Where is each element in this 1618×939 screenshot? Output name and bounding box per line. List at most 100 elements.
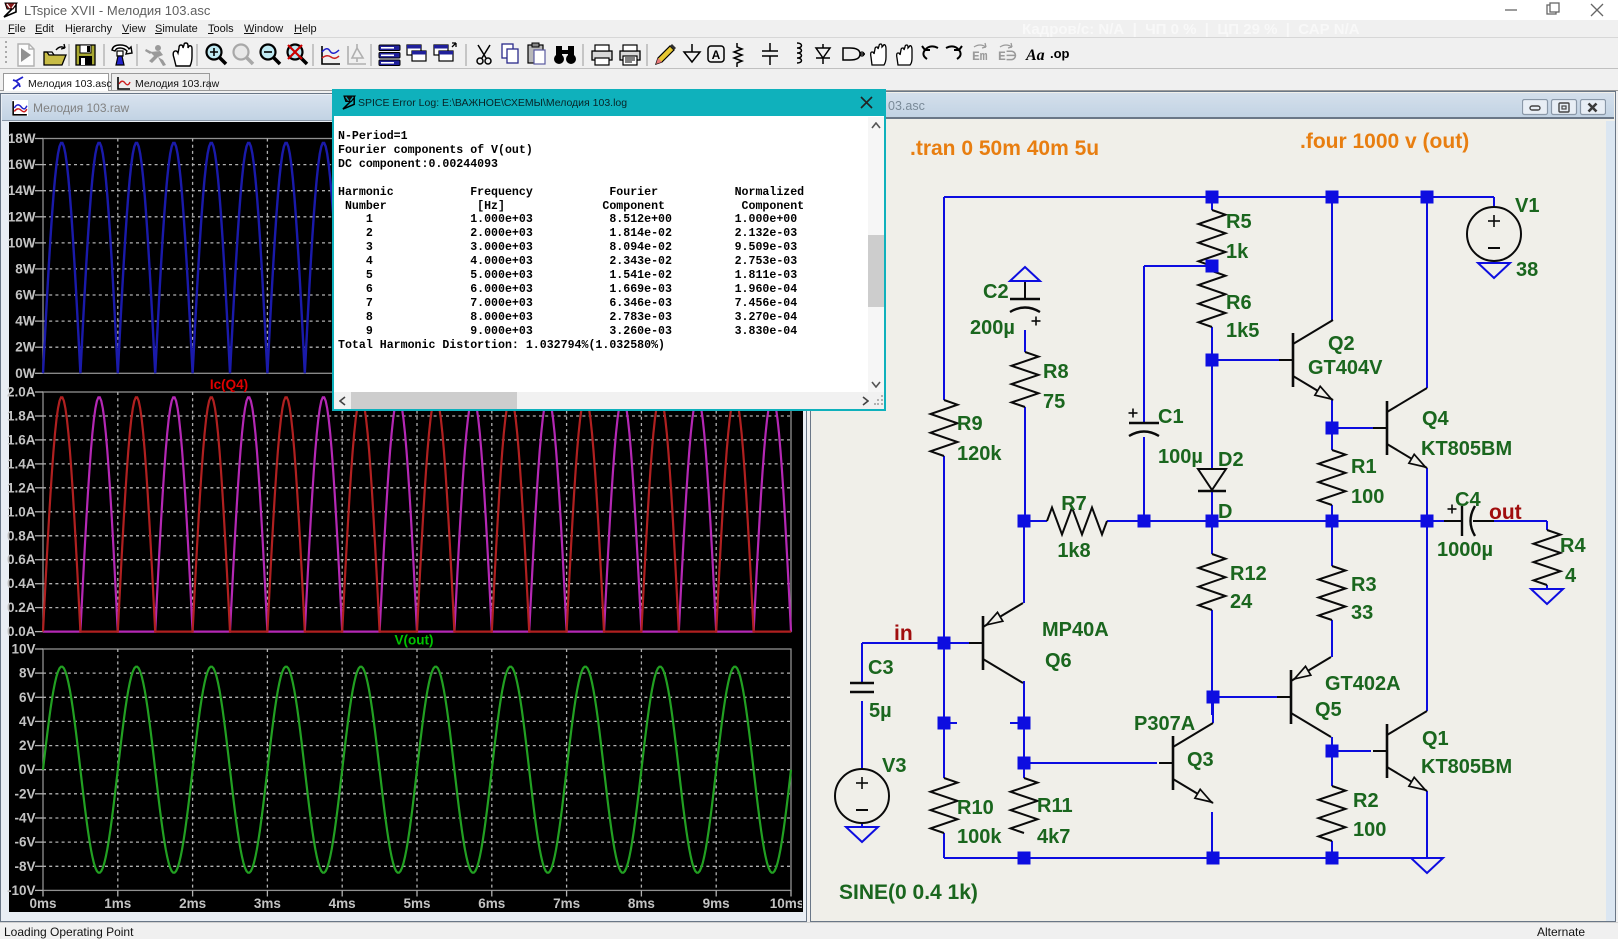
svg-text:0.2A: 0.2A bbox=[7, 600, 36, 615]
svg-text:1000µ: 1000µ bbox=[1437, 539, 1493, 561]
svg-text:2ms: 2ms bbox=[179, 896, 206, 911]
svg-text:Ic(Q4): Ic(Q4) bbox=[210, 377, 248, 392]
svg-text:7ms: 7ms bbox=[553, 896, 580, 911]
svg-text:-8V: -8V bbox=[14, 859, 35, 874]
svg-text:0.4A: 0.4A bbox=[7, 576, 36, 591]
svg-text:5µ: 5µ bbox=[869, 700, 892, 722]
svg-text:KT805BM: KT805BM bbox=[1421, 438, 1512, 460]
svg-text:100: 100 bbox=[1353, 819, 1386, 841]
svg-text:Q4: Q4 bbox=[1422, 408, 1450, 430]
svg-text:R9: R9 bbox=[957, 413, 983, 435]
svg-text:P307A: P307A bbox=[1134, 713, 1195, 735]
svg-text:.four 1000 v (out): .four 1000 v (out) bbox=[1300, 130, 1469, 153]
svg-text:.tran 0 50m 40m 5u: .tran 0 50m 40m 5u bbox=[910, 137, 1099, 160]
svg-text:-6V: -6V bbox=[14, 835, 35, 850]
svg-text:4V: 4V bbox=[19, 714, 36, 729]
svg-text:in: in bbox=[894, 622, 913, 645]
svg-text:3ms: 3ms bbox=[254, 896, 281, 911]
svg-text:Q6: Q6 bbox=[1045, 650, 1072, 672]
svg-text:1.8A: 1.8A bbox=[7, 409, 36, 424]
svg-text:4k7: 4k7 bbox=[1037, 826, 1070, 848]
svg-text:SINE(0 0.4 1k): SINE(0 0.4 1k) bbox=[839, 881, 978, 904]
svg-text:10ms: 10ms bbox=[770, 896, 802, 911]
svg-text:R8: R8 bbox=[1043, 361, 1069, 383]
svg-text:R4: R4 bbox=[1560, 535, 1586, 557]
svg-text:16W: 16W bbox=[8, 157, 36, 172]
svg-text:100: 100 bbox=[1351, 486, 1384, 508]
svg-text:V3: V3 bbox=[882, 755, 906, 777]
svg-text:12W: 12W bbox=[8, 209, 36, 224]
svg-text:38: 38 bbox=[1516, 259, 1538, 281]
svg-text:R3: R3 bbox=[1351, 574, 1377, 596]
svg-text:14W: 14W bbox=[8, 183, 36, 198]
svg-text:0.0A: 0.0A bbox=[7, 624, 36, 639]
svg-text:2W: 2W bbox=[15, 340, 36, 355]
svg-text:0V: 0V bbox=[19, 762, 36, 777]
svg-text:33: 33 bbox=[1351, 602, 1373, 624]
svg-text:Aa: Aa bbox=[1025, 47, 1045, 64]
svg-text:1.0A: 1.0A bbox=[7, 504, 36, 519]
svg-text:Q5: Q5 bbox=[1315, 699, 1342, 721]
svg-text:100k: 100k bbox=[957, 826, 1002, 848]
svg-text:1.4A: 1.4A bbox=[7, 456, 36, 471]
svg-text:1k5: 1k5 bbox=[1226, 320, 1259, 342]
svg-text:Q3: Q3 bbox=[1187, 749, 1214, 771]
svg-text:18W: 18W bbox=[8, 131, 36, 146]
svg-text:9ms: 9ms bbox=[703, 896, 730, 911]
svg-text:R10: R10 bbox=[957, 797, 994, 819]
svg-text:4W: 4W bbox=[15, 314, 36, 329]
svg-text:1k: 1k bbox=[1226, 241, 1249, 263]
svg-text:4ms: 4ms bbox=[329, 896, 356, 911]
svg-text:.op: .op bbox=[1050, 46, 1070, 61]
svg-text:D2: D2 bbox=[1218, 449, 1244, 471]
svg-text:Q1: Q1 bbox=[1422, 728, 1449, 750]
svg-text:E∋: E∋ bbox=[998, 49, 1017, 64]
svg-text:4: 4 bbox=[1565, 565, 1577, 587]
svg-text:100µ: 100µ bbox=[1158, 446, 1203, 468]
svg-text:D: D bbox=[1218, 501, 1232, 523]
svg-text:Em: Em bbox=[972, 49, 988, 64]
svg-text:75: 75 bbox=[1043, 391, 1065, 413]
svg-text:10V: 10V bbox=[11, 642, 35, 657]
svg-text:8W: 8W bbox=[15, 261, 36, 276]
svg-text:C1: C1 bbox=[1158, 406, 1184, 428]
svg-text:R2: R2 bbox=[1353, 790, 1379, 812]
svg-text:KT805BM: KT805BM bbox=[1421, 756, 1512, 778]
svg-text:GT402A: GT402A bbox=[1325, 673, 1401, 695]
svg-text:24: 24 bbox=[1230, 591, 1253, 613]
svg-text:8ms: 8ms bbox=[628, 896, 655, 911]
svg-text:0.6A: 0.6A bbox=[7, 552, 36, 567]
svg-text:8V: 8V bbox=[19, 666, 36, 681]
svg-text:6W: 6W bbox=[15, 288, 36, 303]
svg-text:R7: R7 bbox=[1061, 493, 1087, 515]
svg-text:1ms: 1ms bbox=[104, 896, 131, 911]
svg-text:6ms: 6ms bbox=[478, 896, 505, 911]
svg-text:out: out bbox=[1489, 501, 1522, 524]
svg-text:-2V: -2V bbox=[14, 786, 35, 801]
svg-text:2V: 2V bbox=[19, 738, 36, 753]
svg-text:R12: R12 bbox=[1230, 563, 1267, 585]
svg-text:V(out): V(out) bbox=[395, 633, 434, 648]
svg-text:-4V: -4V bbox=[14, 811, 35, 826]
svg-text:2.0A: 2.0A bbox=[7, 385, 36, 400]
svg-text:V1: V1 bbox=[1515, 195, 1539, 217]
svg-text:C2: C2 bbox=[983, 281, 1009, 303]
svg-text:120k: 120k bbox=[957, 443, 1002, 465]
svg-text:0W: 0W bbox=[15, 366, 36, 381]
svg-text:A: A bbox=[712, 48, 721, 62]
svg-text:0ms: 0ms bbox=[29, 896, 56, 911]
svg-text:R1: R1 bbox=[1351, 456, 1377, 478]
svg-text:R5: R5 bbox=[1226, 211, 1252, 233]
svg-text:0.8A: 0.8A bbox=[7, 528, 36, 543]
svg-text:MP40A: MP40A bbox=[1042, 619, 1109, 641]
svg-text:6V: 6V bbox=[19, 690, 36, 705]
svg-text:R11: R11 bbox=[1037, 795, 1073, 817]
svg-text:1k8: 1k8 bbox=[1057, 540, 1090, 562]
svg-text:R6: R6 bbox=[1226, 292, 1252, 314]
svg-text:10W: 10W bbox=[8, 235, 36, 250]
svg-text:C4: C4 bbox=[1455, 489, 1481, 511]
svg-text:200µ: 200µ bbox=[970, 317, 1015, 339]
svg-text:1.6A: 1.6A bbox=[7, 432, 36, 447]
svg-text:5ms: 5ms bbox=[403, 896, 430, 911]
svg-text:C3: C3 bbox=[868, 657, 894, 679]
